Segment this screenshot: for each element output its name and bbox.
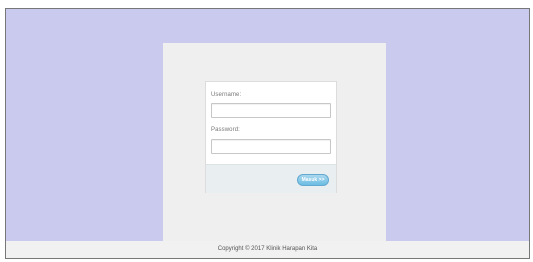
- copyright-text: Copyright © 2017 Klinik Harapan Kita: [217, 246, 318, 252]
- browser-viewport: Username: Password: Masuk >> Copyright ©…: [5, 8, 530, 259]
- password-label: Password:: [211, 127, 240, 133]
- login-form: Username: Password: Masuk >>: [205, 81, 337, 193]
- username-label: Username:: [211, 92, 242, 98]
- password-input[interactable]: [211, 139, 331, 154]
- login-form-footer: Masuk >>: [206, 164, 336, 193]
- login-submit-button[interactable]: Masuk >>: [297, 174, 329, 186]
- page-footer: Copyright © 2017 Klinik Harapan Kita: [6, 241, 529, 258]
- login-panel: Username: Password: Masuk >>: [163, 43, 386, 241]
- username-input[interactable]: [211, 103, 331, 118]
